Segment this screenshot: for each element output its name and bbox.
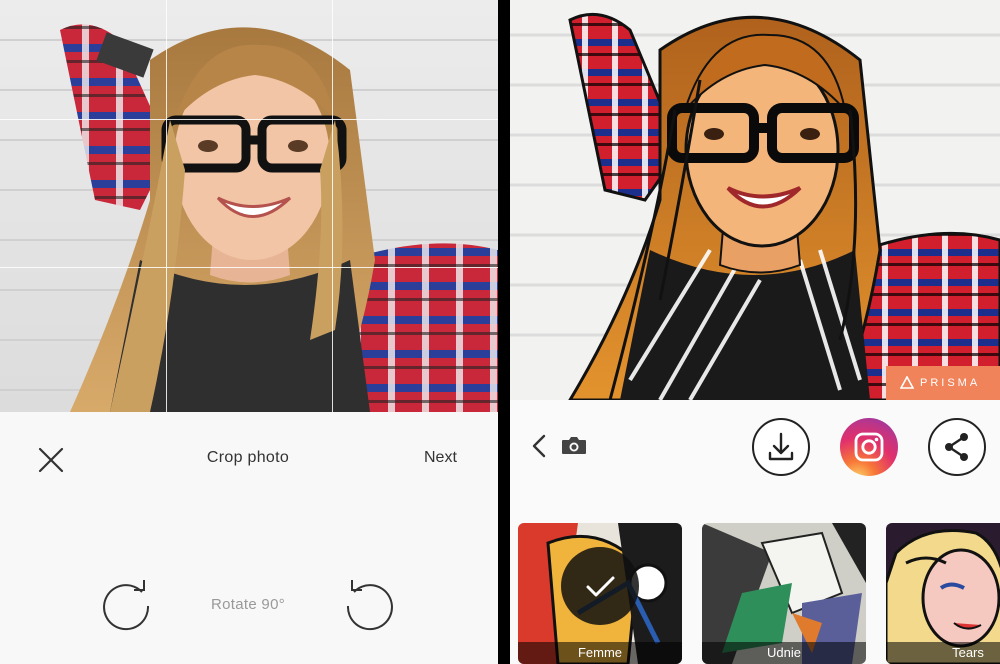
rotate-label: Rotate 90° bbox=[210, 596, 286, 613]
crop-grid-line bbox=[166, 0, 167, 412]
crop-grid-line bbox=[0, 267, 498, 268]
rotate-clockwise-icon[interactable] bbox=[98, 576, 154, 632]
close-icon[interactable] bbox=[36, 445, 66, 475]
download-icon bbox=[768, 432, 794, 461]
camera-icon[interactable] bbox=[560, 434, 588, 456]
filter-name: Tears bbox=[886, 642, 1000, 664]
check-icon bbox=[586, 576, 615, 597]
prisma-watermark: PRISMA bbox=[886, 366, 1000, 400]
crop-grid-line bbox=[0, 119, 498, 120]
stylized-photo bbox=[510, 0, 1000, 400]
crop-grid-line bbox=[332, 0, 333, 412]
share-icon bbox=[945, 433, 968, 461]
selected-checkmark bbox=[561, 547, 639, 625]
crop-screen: Crop photo Next Rotate 90° bbox=[0, 0, 498, 664]
back-icon[interactable] bbox=[530, 434, 550, 458]
filter-name: Udnie bbox=[702, 642, 866, 664]
watermark-text: PRISMA bbox=[920, 377, 981, 389]
instagram-button[interactable] bbox=[840, 418, 898, 476]
selfie-photo bbox=[0, 0, 498, 412]
next-button[interactable]: Next bbox=[424, 449, 457, 467]
filter-tears[interactable]: Tears bbox=[886, 523, 1000, 664]
page-title: Crop photo bbox=[206, 449, 290, 466]
filter-femme[interactable]: Femme bbox=[518, 523, 682, 664]
filter-strip[interactable]: Femme Udnie Tears bbox=[510, 523, 1000, 664]
stylized-selfie bbox=[510, 0, 1000, 400]
prisma-logo-icon bbox=[900, 376, 914, 389]
filter-udnie[interactable]: Udnie bbox=[702, 523, 866, 664]
instagram-icon bbox=[854, 432, 884, 462]
rotate-counterclockwise-icon[interactable] bbox=[342, 576, 398, 632]
download-button[interactable] bbox=[752, 418, 810, 476]
crop-photo[interactable] bbox=[0, 0, 498, 412]
result-screen: PRISMA Femme Udnie Tears bbox=[510, 0, 1000, 664]
share-button[interactable] bbox=[928, 418, 986, 476]
filter-name: Femme bbox=[518, 642, 682, 664]
